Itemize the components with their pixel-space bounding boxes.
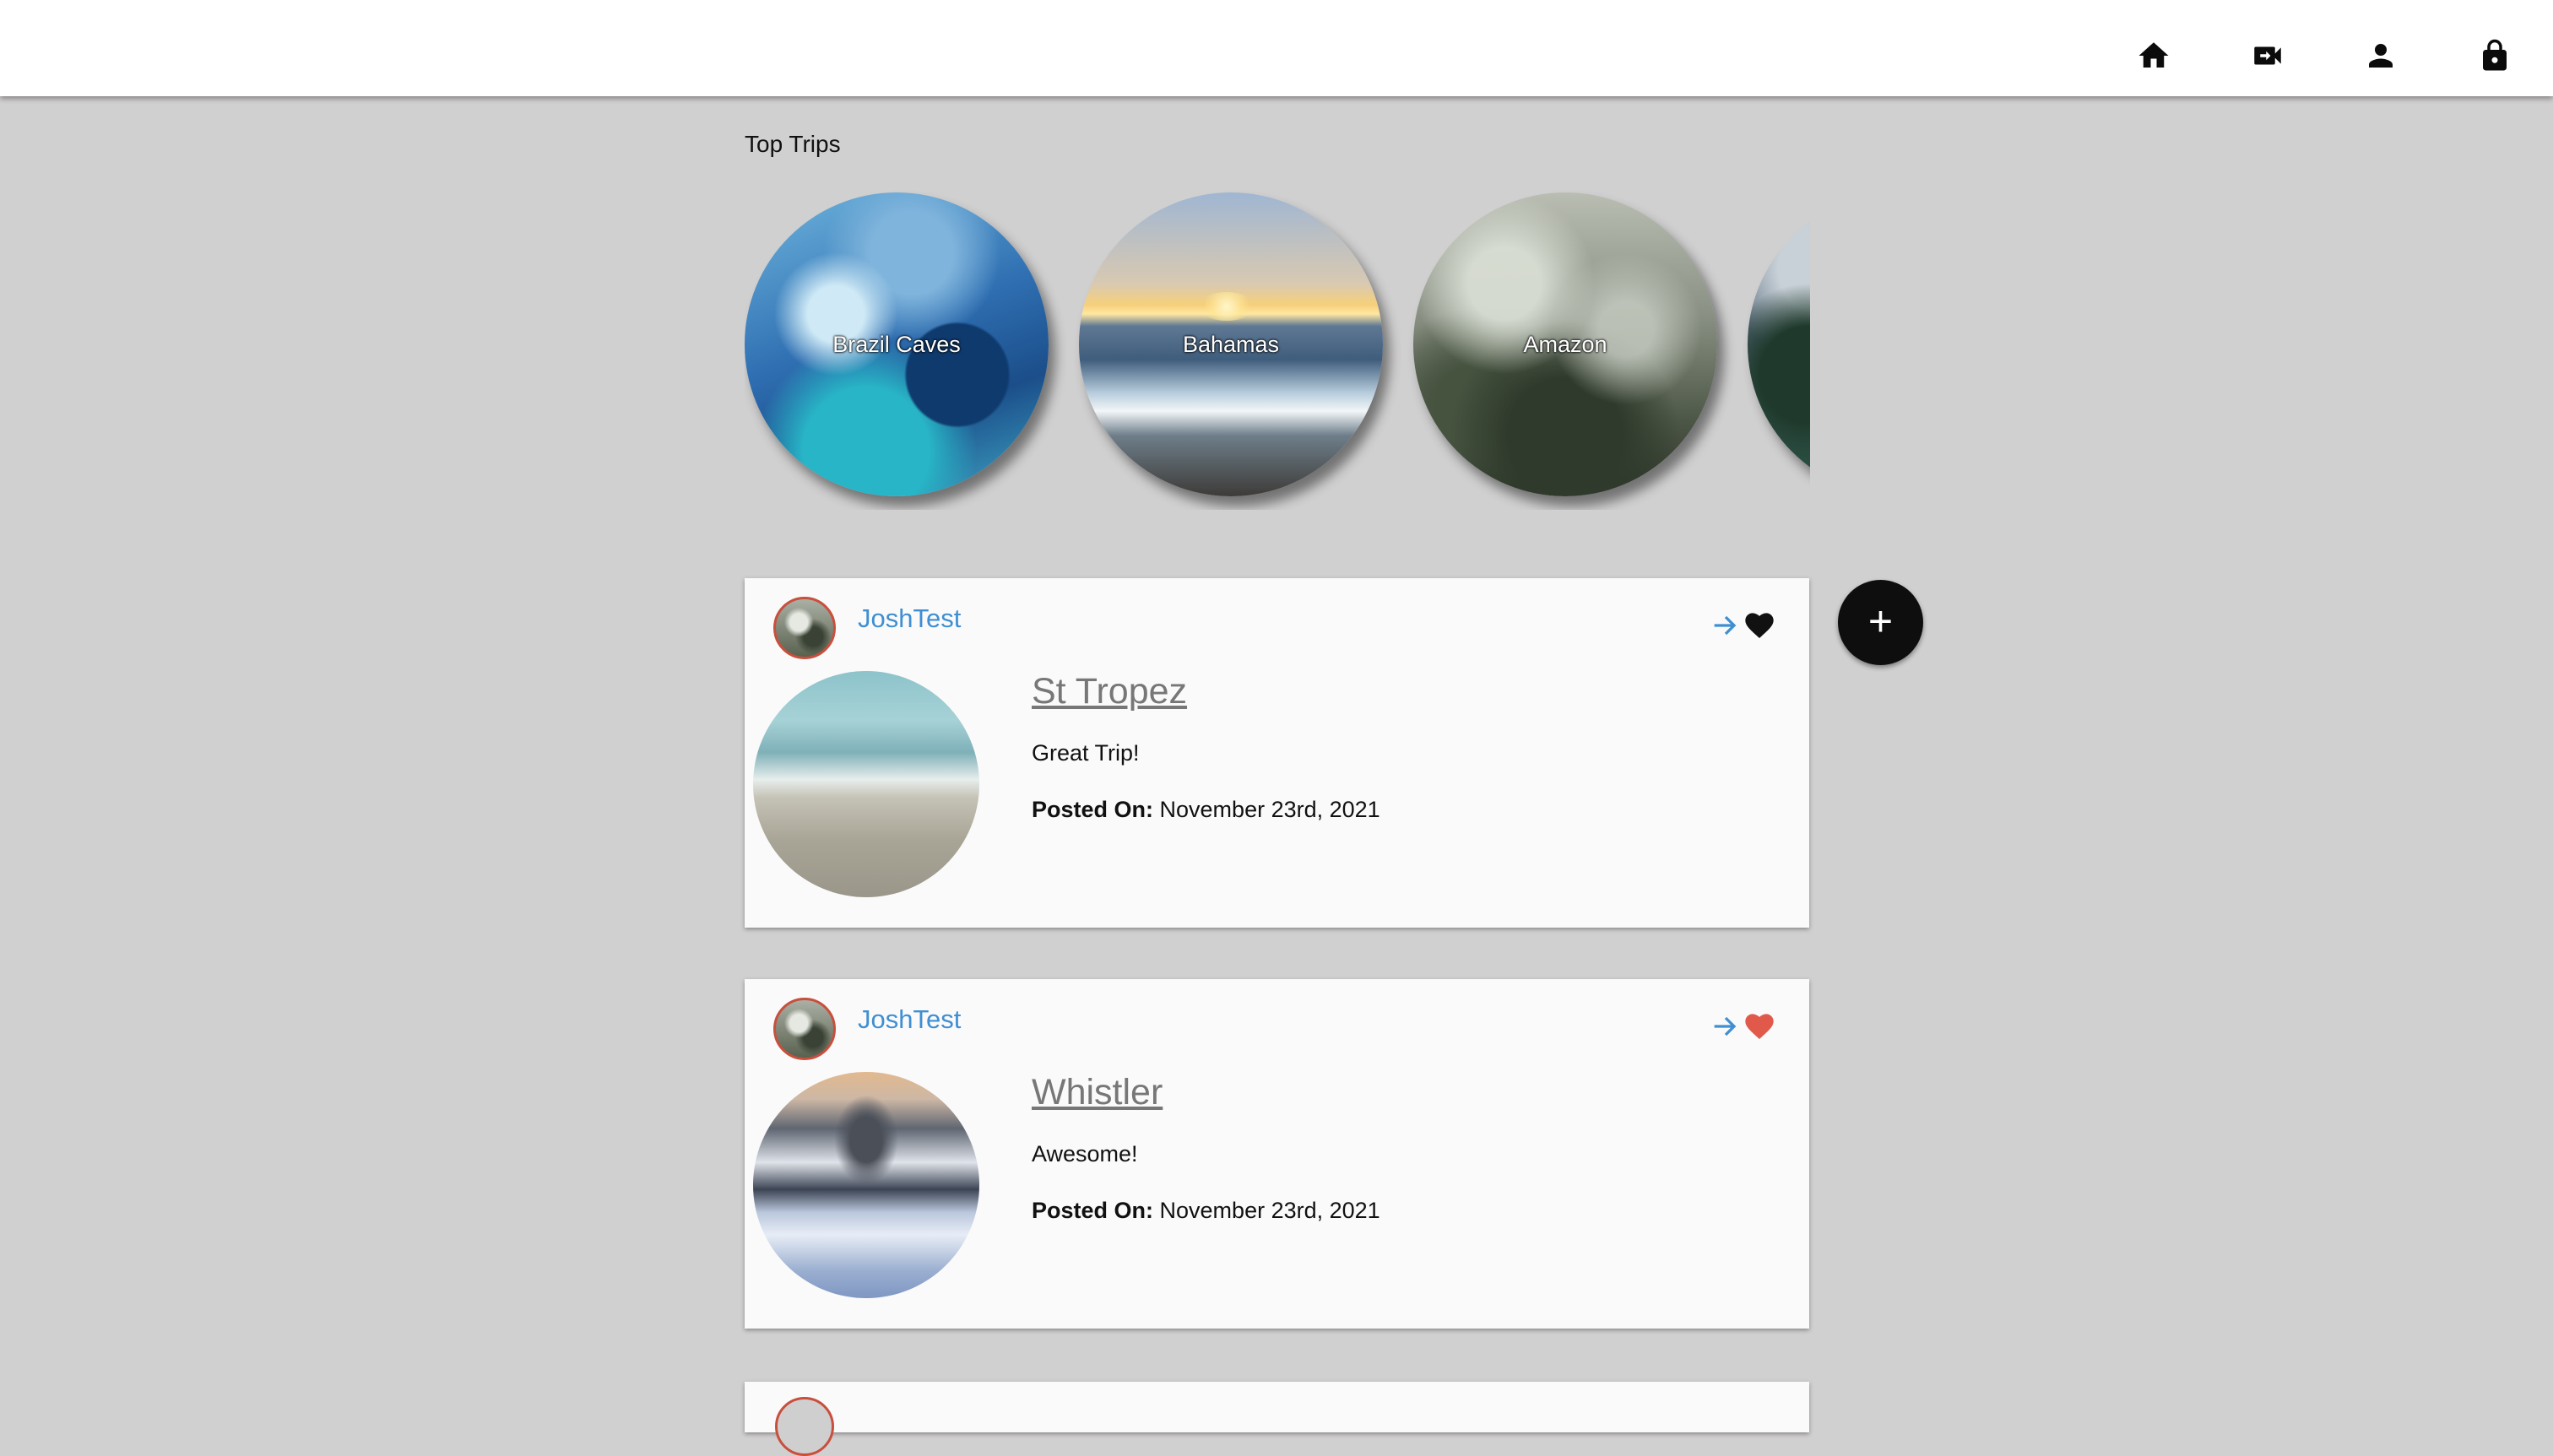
heart-icon — [1745, 1014, 1774, 1039]
post-description: Great Trip! — [1032, 740, 1140, 766]
trip-card-partial[interactable] — [1748, 192, 1810, 496]
like-button[interactable] — [1743, 609, 1776, 642]
video-camera-icon — [2254, 46, 2281, 65]
avatar[interactable] — [775, 1397, 834, 1456]
username-link[interactable]: JoshTest — [858, 1004, 961, 1035]
videos-button[interactable] — [2242, 30, 2293, 81]
trip-card-amazon[interactable]: Amazon — [1413, 192, 1717, 496]
top-trips-heading: Top Trips — [745, 131, 841, 157]
arrow-right-icon — [1714, 615, 1737, 636]
trip-card-bahamas[interactable]: Bahamas — [1079, 192, 1383, 496]
trip-label: Brazil Caves — [832, 331, 961, 357]
post-card — [745, 1382, 1809, 1456]
open-post-button[interactable] — [1709, 609, 1743, 642]
arrow-right-icon — [1714, 1016, 1737, 1037]
post-date: Posted On: November 23rd, 2021 — [1032, 797, 1380, 823]
trip-card-brazil-caves[interactable]: Brazil Caves — [745, 192, 1049, 496]
profile-button[interactable] — [2355, 30, 2406, 81]
username-link[interactable]: JoshTest — [858, 604, 961, 634]
post-description: Awesome! — [1032, 1141, 1138, 1166]
posted-on-label: Posted On: — [1032, 1198, 1154, 1223]
post-title-link[interactable]: Whistler — [1032, 1072, 1163, 1113]
person-icon — [2369, 44, 2393, 68]
home-icon — [2138, 42, 2169, 68]
top-navbar — [0, 0, 2553, 96]
post-image[interactable] — [753, 671, 979, 897]
post-date: Posted On: November 23rd, 2021 — [1032, 1198, 1380, 1224]
trip-label: Bahamas — [1182, 331, 1280, 357]
avatar[interactable] — [773, 998, 836, 1060]
post-title-link[interactable]: St Tropez — [1032, 671, 1187, 712]
trip-label: Amazon — [1523, 331, 1607, 357]
open-post-button[interactable] — [1709, 1009, 1743, 1043]
avatar[interactable] — [773, 597, 836, 659]
like-button[interactable] — [1743, 1009, 1776, 1043]
post-card: JoshTest Whistler Awesome! Posted On: No… — [745, 979, 1809, 1329]
post-card: JoshTest St Tropez Great Trip! Posted On… — [745, 578, 1809, 928]
home-button[interactable] — [2128, 30, 2179, 81]
posted-on-label: Posted On: — [1032, 797, 1154, 822]
heart-icon — [1745, 613, 1774, 638]
posted-on-value: November 23rd, 2021 — [1159, 1198, 1380, 1223]
logout-button[interactable] — [2469, 30, 2520, 81]
posted-on-value: November 23rd, 2021 — [1159, 797, 1380, 822]
lock-icon — [2483, 39, 2507, 71]
post-image[interactable] — [753, 1072, 979, 1298]
top-trips-carousel[interactable]: Brazil Caves Bahamas Amazon — [745, 189, 1810, 510]
add-post-button[interactable]: + — [1838, 580, 1923, 665]
